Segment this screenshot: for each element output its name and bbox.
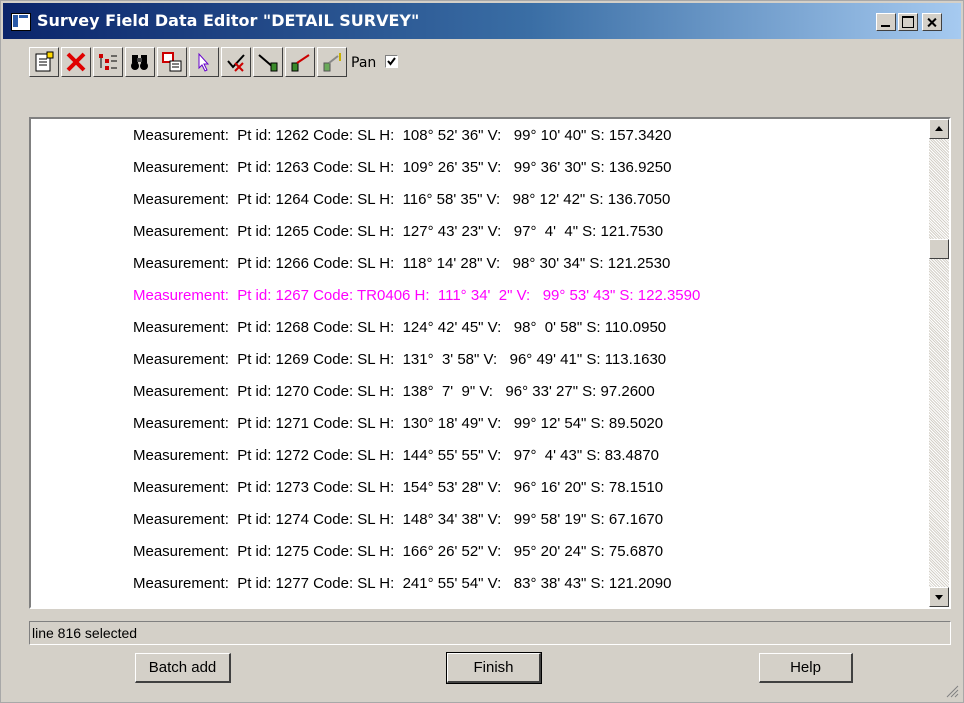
setup-icon <box>258 54 278 72</box>
list-item[interactable]: Measurement: Pt id: 1264 Code: SL H: 116… <box>133 185 670 215</box>
binoculars-icon <box>131 55 148 70</box>
status-bar: line 816 selected <box>29 621 951 645</box>
maximize-button[interactable] <box>898 13 918 31</box>
list-content: Measurement: Pt id: 1262 Code: SL H: 108… <box>31 119 929 607</box>
check-icon <box>387 57 396 66</box>
list-item-selected[interactable]: Measurement: Pt id: 1267 Code: TR0406 H:… <box>133 281 700 311</box>
scroll-down-button[interactable] <box>929 587 949 607</box>
list-item[interactable]: Measurement: Pt id: 1262 Code: SL H: 108… <box>133 121 671 151</box>
app-icon <box>11 13 31 31</box>
list-item[interactable]: Measurement: Pt id: 1272 Code: SL H: 144… <box>133 441 659 471</box>
measure-button[interactable] <box>285 47 315 77</box>
list-item[interactable]: Measurement: Pt id: 1265 Code: SL H: 127… <box>133 217 663 247</box>
tree-button[interactable] <box>93 47 123 77</box>
list-item[interactable]: Measurement: Pt id: 1277 Code: SL H: 241… <box>133 569 671 599</box>
finish-button[interactable]: Finish <box>446 652 542 684</box>
help-button[interactable]: Help <box>759 653 853 683</box>
tree-icon <box>99 54 117 70</box>
select-button[interactable] <box>189 47 219 77</box>
window-title: Survey Field Data Editor "DETAIL SURVEY" <box>37 11 420 30</box>
title-bar[interactable]: Survey Field Data Editor "DETAIL SURVEY" <box>3 3 961 39</box>
batch-add-button[interactable]: Batch add <box>135 653 231 683</box>
measurement-list[interactable]: Measurement: Pt id: 1262 Code: SL H: 108… <box>29 117 951 609</box>
list-item[interactable]: Measurement: Pt id: 1275 Code: SL H: 166… <box>133 537 663 567</box>
minimize-button[interactable] <box>876 13 896 31</box>
select-arrow-icon <box>198 52 210 72</box>
target-icon <box>323 53 341 72</box>
delete-button[interactable] <box>61 47 91 77</box>
pan-checkbox[interactable] <box>385 55 398 68</box>
target-button[interactable] <box>317 47 347 77</box>
list-item[interactable]: Measurement: Pt id: 1271 Code: SL H: 130… <box>133 409 663 439</box>
insert-button[interactable] <box>29 47 59 77</box>
vertical-scrollbar[interactable] <box>929 119 949 607</box>
pan-label: Pan <box>351 55 377 71</box>
edit-check-icon <box>227 54 245 72</box>
list-item[interactable]: Measurement: Pt id: 1274 Code: SL H: 148… <box>133 505 663 535</box>
setup-button[interactable] <box>253 47 283 77</box>
list-item[interactable]: Measurement: Pt id: 1273 Code: SL H: 154… <box>133 473 663 503</box>
list-item[interactable]: Measurement: Pt id: 1269 Code: SL H: 131… <box>133 345 666 375</box>
list-item[interactable]: Measurement: Pt id: 1268 Code: SL H: 124… <box>133 313 666 343</box>
list-item[interactable]: Measurement: Pt id: 1270 Code: SL H: 138… <box>133 377 655 407</box>
measure-icon <box>291 54 310 72</box>
survey-editor-window: Survey Field Data Editor "DETAIL SURVEY" <box>0 0 964 703</box>
resize-grip-icon[interactable] <box>945 684 959 698</box>
list-item[interactable]: Measurement: Pt id: 1263 Code: SL H: 109… <box>133 153 671 183</box>
edit-check-button[interactable] <box>221 47 251 77</box>
copy-icon <box>162 52 182 72</box>
insert-icon <box>35 51 54 72</box>
close-button[interactable] <box>922 13 942 31</box>
scroll-up-button[interactable] <box>929 119 949 139</box>
find-button[interactable] <box>125 47 155 77</box>
delete-icon <box>66 52 86 72</box>
copy-button[interactable] <box>157 47 187 77</box>
scroll-thumb[interactable] <box>929 239 949 259</box>
list-item[interactable]: Measurement: Pt id: 1266 Code: SL H: 118… <box>133 249 670 279</box>
